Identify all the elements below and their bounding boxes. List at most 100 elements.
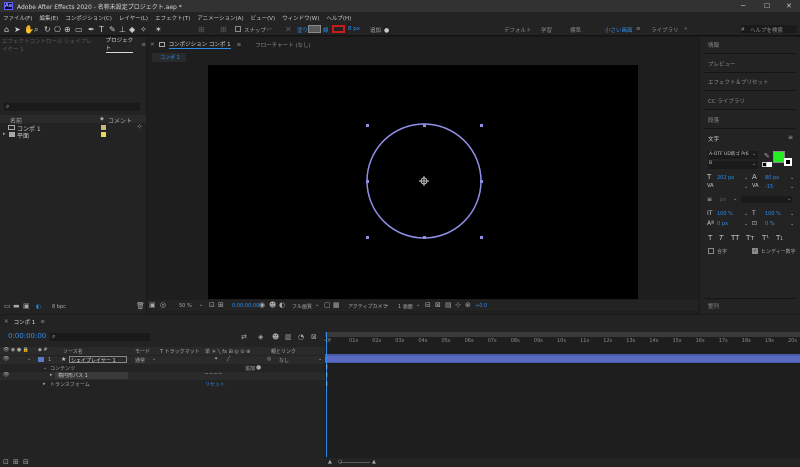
baseline-shift-value[interactable]: 0 px [717, 221, 728, 227]
motion-blur-icon[interactable]: ◔ [298, 333, 304, 341]
stroke-color-swatch[interactable] [332, 25, 345, 33]
layer-switches-icon[interactable]: ⊞ [13, 458, 19, 466]
menu-composition[interactable]: コンポジション(C) [65, 14, 112, 22]
chevron-down-icon[interactable]: ⌄ [787, 196, 791, 202]
hindi-digits-checkbox[interactable]: ✓ [752, 248, 758, 254]
chevron-down-icon[interactable]: ⌄ [790, 221, 794, 227]
rotate-tool-icon[interactable]: ↻ [44, 25, 51, 34]
fit-icon[interactable]: ⊡ [209, 301, 215, 309]
add-circle-icon[interactable]: ● [384, 26, 389, 35]
all-caps-button[interactable]: TT [731, 234, 739, 242]
chevron-down-icon[interactable]: ⌄ [733, 196, 737, 202]
project-search-input[interactable] [4, 103, 140, 111]
lock-icon[interactable] [158, 42, 165, 47]
selection-tool-icon[interactable]: ➤ [14, 25, 21, 34]
faux-bold-button[interactable]: T [708, 234, 712, 242]
zoom-tool-icon[interactable]: ⌕ [34, 25, 38, 34]
comp-mini-flowchart-icon[interactable]: ⊡ [3, 458, 9, 466]
bpc-label[interactable]: 8 bpc [52, 304, 66, 310]
chevron-down-icon[interactable]: ⌄ [199, 302, 203, 308]
column-track-matte[interactable]: T トラックマット [160, 348, 200, 355]
zoom-slider[interactable] [340, 462, 370, 463]
comp-breadcrumb-chip[interactable]: コンポ 1 [152, 53, 186, 62]
chevron-down-icon[interactable]: ⌄ [752, 161, 756, 167]
font-style-dropdown[interactable]: B [708, 161, 758, 169]
info-panel-tab[interactable]: 情報 [708, 41, 719, 49]
chevron-down-icon[interactable]: ⌄ [315, 302, 319, 308]
menu-edit[interactable]: 編集(E) [39, 14, 58, 22]
comp-flowchart-icon[interactable]: ⇄ [241, 333, 247, 341]
exposure-value[interactable]: +0.0 [475, 303, 487, 309]
workspace-learn[interactable]: 学習 [541, 26, 552, 34]
leading-value[interactable]: 80 px [765, 175, 779, 181]
small-caps-button[interactable]: Tт [746, 234, 754, 242]
panel-menu-icon[interactable]: ≡ [141, 42, 146, 48]
menu-window[interactable]: ウィンドウ(W) [282, 14, 319, 22]
horizontal-scale-value[interactable]: 100 % [765, 211, 781, 217]
expand-arrow-icon[interactable]: ⌄ [43, 365, 47, 371]
cc-libraries-panel-tab[interactable]: CC ライブラリ [708, 97, 745, 105]
snap-checkbox[interactable] [235, 26, 241, 32]
project-settings-icon[interactable]: ◧ [36, 304, 41, 310]
workspace-libraries[interactable]: ライブラリ [651, 26, 679, 34]
menu-effect[interactable]: エフェクト(T) [155, 14, 190, 22]
column-source-name[interactable]: ソース名 [63, 348, 83, 355]
stroke-unit-value[interactable]: px [720, 197, 726, 203]
toggle-pixel-aspect-icon[interactable]: ⊟ [425, 301, 431, 309]
menu-equals-icon[interactable]: ≡ [636, 26, 641, 32]
white-swatch[interactable] [767, 162, 772, 167]
viewer-timecode[interactable]: 0:00:00:00 [232, 303, 259, 309]
chevron-down-icon[interactable]: ⌄ [416, 302, 420, 308]
align-panel-tab[interactable]: 整列 [708, 302, 719, 310]
path-blend-mode[interactable]: ─ ─ ─ ─ [205, 371, 222, 377]
pickwhip-icon[interactable]: ◎ [267, 356, 271, 362]
chevron-down-icon[interactable]: ⌄ [744, 175, 748, 181]
brush-tool-icon[interactable]: ✎ [109, 25, 116, 34]
draft-3d-icon[interactable]: ◈ [258, 333, 263, 341]
pan-behind-tool-icon[interactable]: ⊕ [64, 25, 71, 34]
roto-brush-tool-icon[interactable]: ✧ [140, 25, 147, 34]
collapse-switch-icon[interactable]: ✦ [214, 356, 218, 362]
chevron-down-icon[interactable]: ⌄ [744, 221, 748, 227]
layer-name[interactable]: シェイプレイヤー 1 [69, 356, 127, 364]
exposure-icon[interactable]: ⊛ [465, 301, 471, 309]
snap-edges-icon[interactable]: ⌐ [266, 25, 273, 34]
menu-animation[interactable]: アニメーション(A) [197, 14, 243, 22]
chevron-down-icon[interactable]: ⌄ [744, 211, 748, 217]
eye-icon[interactable]: 👁 [3, 356, 9, 362]
shy-icon[interactable]: ☻ [272, 333, 279, 341]
resolution-dropdown[interactable]: フル画質 [292, 303, 312, 310]
tab-effect-controls[interactable]: エフェクトコントロール シェイプレイヤー 1 [2, 37, 96, 53]
menu-file[interactable]: ファイル(F) [3, 14, 32, 22]
hand-tool-icon[interactable]: ✋ [24, 25, 34, 34]
flowchart-icon[interactable]: ⊹ [455, 301, 461, 309]
camera-tool-icon[interactable]: ⎔ [54, 25, 61, 34]
type-tool-icon[interactable]: T [99, 25, 104, 34]
effects-presets-panel-tab[interactable]: エフェクト＆プリセット [708, 78, 769, 86]
close-tab-icon[interactable]: ✕ [4, 319, 9, 325]
chevron-down-icon[interactable]: ⌄ [790, 211, 794, 217]
views-dropdown[interactable]: 1 画面 [398, 303, 413, 310]
expand-arrow-icon[interactable]: ⌄ [27, 356, 31, 362]
stroke-label[interactable]: 線 [323, 26, 329, 34]
transparency-grid-icon[interactable]: ▦ [333, 301, 340, 309]
close-tab-icon[interactable]: ✕ [150, 42, 155, 48]
tab-project[interactable]: プロジェクト [105, 36, 134, 53]
snapshot-icon[interactable]: ◉ [259, 301, 265, 309]
ellipse-row[interactable] [0, 372, 325, 380]
render-time-icon[interactable]: ⊟ [23, 458, 29, 466]
eyedropper-icon[interactable]: ✎ [764, 152, 770, 160]
fill-color-swatch[interactable] [308, 25, 321, 33]
stroke-style-dropdown[interactable] [741, 196, 792, 203]
graph-editor-icon[interactable]: ⊠ [311, 333, 317, 341]
zoom-out-icon[interactable]: ▲ [328, 459, 332, 465]
zoom-handle-icon[interactable]: ○ [338, 459, 342, 465]
close-button[interactable]: ✕ [786, 2, 792, 10]
chevron-down-icon[interactable]: ⌄ [152, 356, 156, 362]
transform-reset-link[interactable]: リセット [205, 381, 225, 388]
chevron-down-icon[interactable]: ⌄ [744, 184, 748, 190]
ligatures-checkbox[interactable] [708, 248, 714, 254]
trash-icon[interactable]: 🗑 [136, 302, 145, 310]
workspace-default[interactable]: デフォルト [504, 26, 532, 34]
tsume-value[interactable]: 0 % [765, 221, 775, 227]
